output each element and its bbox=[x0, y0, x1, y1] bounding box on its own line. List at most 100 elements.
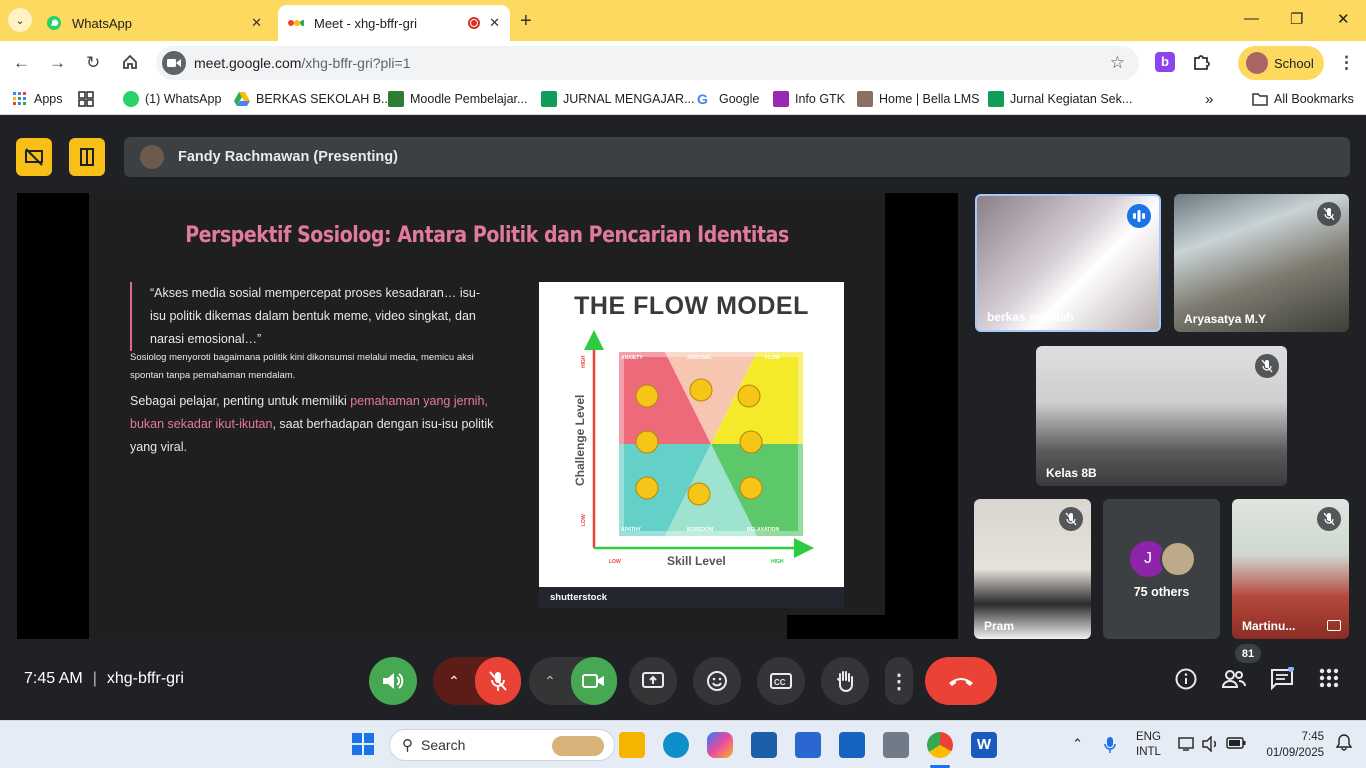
people-icon[interactable] bbox=[1221, 667, 1246, 691]
picture-in-picture-icon[interactable] bbox=[1327, 620, 1341, 631]
forward-icon[interactable]: → bbox=[49, 53, 66, 73]
bookmark-berkas-sekolah[interactable]: BERKAS SEKOLAH B... bbox=[234, 91, 391, 107]
search-icon: ⚲ bbox=[402, 737, 413, 754]
mic-toggle-button[interactable] bbox=[475, 657, 521, 705]
menu-kebab-icon[interactable]: ⋮ bbox=[1338, 53, 1355, 73]
mic-off-icon bbox=[1317, 202, 1341, 226]
mic-off-icon bbox=[489, 671, 507, 691]
tab-whatsapp[interactable]: WhatsApp ✕ bbox=[36, 5, 272, 41]
volume-icon[interactable] bbox=[1202, 735, 1220, 755]
home-icon[interactable] bbox=[121, 53, 139, 76]
bookmark-whatsapp[interactable]: (1) WhatsApp bbox=[123, 91, 221, 107]
tray-overflow-icon[interactable]: ⌃ bbox=[1072, 736, 1083, 752]
layout-button[interactable] bbox=[69, 138, 105, 176]
copilot-icon[interactable] bbox=[707, 732, 733, 758]
slide: Perspektif Sosiolog: Antara Politik dan … bbox=[89, 193, 885, 639]
camera-app-icon[interactable] bbox=[883, 732, 909, 758]
all-bookmarks[interactable]: All Bookmarks bbox=[1252, 91, 1354, 107]
participant-tile[interactable]: berkas sekolah bbox=[975, 194, 1161, 332]
chrome-icon[interactable] bbox=[927, 732, 953, 758]
tab-search-button[interactable]: ⌄ bbox=[8, 8, 32, 32]
close-tab-icon[interactable]: ✕ bbox=[489, 15, 500, 31]
store-icon[interactable] bbox=[795, 732, 821, 758]
flow-model-graphic: ANXIETY AROUSAL FLOW APATHY BOREDOM RELA… bbox=[573, 330, 814, 568]
extensions-puzzle-icon[interactable] bbox=[1192, 52, 1212, 72]
camera-options-chevron-icon[interactable]: ⌃ bbox=[529, 673, 571, 690]
system-clock[interactable]: 7:45 01/09/2025 bbox=[1258, 729, 1324, 761]
captions-button[interactable]: CC bbox=[757, 657, 805, 705]
layout-icon bbox=[80, 148, 94, 166]
emoji-icon bbox=[707, 671, 727, 691]
windows-start-icon[interactable] bbox=[351, 732, 377, 758]
reload-icon[interactable]: ↻ bbox=[86, 53, 100, 73]
x-axis-label: Skill Level bbox=[667, 554, 726, 568]
participant-tile[interactable]: Pram bbox=[974, 499, 1091, 639]
mic-options-chevron-icon[interactable]: ⌃ bbox=[433, 673, 475, 690]
battery-icon[interactable] bbox=[1226, 736, 1246, 753]
speaker-icon bbox=[383, 673, 404, 689]
restore-icon[interactable]: ❐ bbox=[1290, 10, 1303, 28]
leave-call-button[interactable] bbox=[925, 657, 997, 705]
participant-tile-others[interactable]: J 75 others bbox=[1103, 499, 1220, 639]
participant-tile[interactable]: Kelas 8B bbox=[1036, 346, 1287, 486]
network-icon[interactable] bbox=[1178, 736, 1196, 755]
microphone-tray-icon[interactable] bbox=[1104, 736, 1116, 757]
bookmarks-bar: Apps (1) WhatsApp BERKAS SEKOLAH B... Mo… bbox=[0, 85, 1366, 115]
participant-tile[interactable]: Aryasatya M.Y bbox=[1174, 194, 1349, 332]
google-icon: G bbox=[697, 91, 708, 107]
audio-output-button[interactable] bbox=[369, 657, 417, 705]
file-explorer-icon[interactable] bbox=[619, 732, 645, 758]
back-icon[interactable]: ← bbox=[13, 53, 30, 73]
google-sheets-icon bbox=[988, 91, 1004, 107]
browser-toolbar: ← → ↻ meet.google.com/xhg-bffr-gri?pli=1… bbox=[0, 41, 1366, 85]
bookmark-bella-lms[interactable]: Home | Bella LMS bbox=[857, 91, 980, 107]
whatsapp-icon bbox=[46, 15, 62, 31]
bookmark-google[interactable]: G Google bbox=[697, 91, 759, 107]
reactions-button[interactable] bbox=[693, 657, 741, 705]
chat-icon[interactable] bbox=[1270, 666, 1294, 691]
close-tab-icon[interactable]: ✕ bbox=[251, 15, 262, 31]
bookmark-tab-groups[interactable] bbox=[78, 91, 100, 107]
camera-toggle-button[interactable] bbox=[571, 657, 617, 705]
bookmark-jurnal-mengajar[interactable]: JURNAL MENGAJAR... bbox=[541, 91, 695, 107]
new-tab-button[interactable]: + bbox=[520, 10, 532, 33]
meeting-details-icon[interactable] bbox=[1174, 667, 1198, 691]
minimize-icon[interactable]: — bbox=[1244, 10, 1259, 27]
present-icon bbox=[642, 672, 664, 688]
close-window-icon[interactable]: ✕ bbox=[1337, 10, 1350, 28]
bookmark-apps[interactable]: Apps bbox=[12, 91, 63, 107]
snipping-tool-icon[interactable] bbox=[751, 732, 777, 758]
meet-camera-icon[interactable] bbox=[162, 51, 186, 75]
folder-icon bbox=[1252, 91, 1268, 107]
apps-grid-icon bbox=[12, 91, 28, 107]
bookmark-jurnal-kegiatan[interactable]: Jurnal Kegiatan Sek... bbox=[988, 91, 1132, 107]
lms-icon bbox=[857, 91, 873, 107]
profile-button[interactable]: School bbox=[1238, 46, 1324, 80]
hide-presentation-button[interactable] bbox=[16, 138, 52, 176]
tab-meet[interactable]: Meet - xhg-bffr-gri ✕ bbox=[278, 5, 510, 41]
bookmark-star-icon[interactable]: ☆ bbox=[1110, 53, 1125, 73]
raise-hand-button[interactable] bbox=[821, 657, 869, 705]
bookmark-moodle[interactable]: Moodle Pembelajar... bbox=[388, 91, 527, 107]
zone-label: AROUSAL bbox=[687, 355, 712, 361]
more-options-button[interactable]: ⋮ bbox=[885, 657, 913, 705]
avatar bbox=[1160, 541, 1196, 577]
participant-tile[interactable]: Martinu... bbox=[1232, 499, 1349, 639]
notification-bell-icon[interactable] bbox=[1335, 733, 1353, 754]
meeting-info-text: 7:45 AM | xhg-bffr-gri bbox=[24, 670, 184, 687]
word-icon[interactable]: W bbox=[971, 732, 997, 758]
svg-text:CC: CC bbox=[774, 678, 786, 687]
activities-apps-icon[interactable] bbox=[1318, 667, 1342, 691]
avatar bbox=[140, 145, 164, 169]
edge-icon[interactable] bbox=[663, 732, 689, 758]
mail-icon[interactable] bbox=[839, 732, 865, 758]
taskbar-search[interactable]: ⚲ Search bbox=[389, 729, 615, 761]
captions-icon: CC bbox=[770, 673, 792, 689]
zone-label: APATHY bbox=[621, 527, 641, 533]
more-bookmarks-icon[interactable]: » bbox=[1205, 91, 1213, 108]
bookmark-info-gtk[interactable]: Info GTK bbox=[773, 91, 845, 107]
address-bar[interactable]: meet.google.com/xhg-bffr-gri?pli=1 ☆ bbox=[156, 46, 1139, 80]
extension-b-icon[interactable]: b bbox=[1155, 52, 1175, 72]
language-indicator[interactable]: ENG INTL bbox=[1136, 730, 1161, 760]
present-screen-button[interactable] bbox=[629, 657, 677, 705]
